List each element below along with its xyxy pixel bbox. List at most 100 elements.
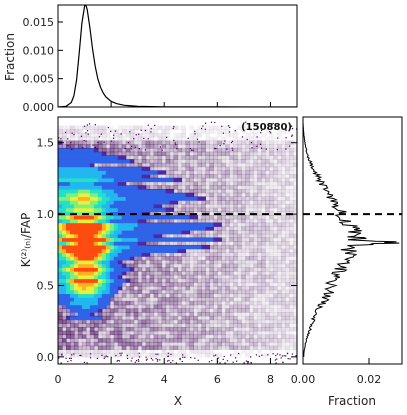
- density-cell: [189, 297, 195, 302]
- density-cell: [277, 237, 282, 242]
- density-cell: [277, 215, 282, 220]
- density-cell: [121, 293, 127, 298]
- density-cell: [269, 188, 274, 194]
- density-cell: [225, 226, 230, 231]
- density-cell: [285, 159, 290, 164]
- density-cell: [81, 200, 87, 205]
- density-cell: [201, 222, 206, 227]
- density-cell: [225, 207, 230, 212]
- density-speckle: [155, 353, 157, 355]
- density-cell: [65, 133, 71, 138]
- density-cell: [249, 241, 254, 246]
- density-cell: [129, 192, 135, 198]
- density-speckle: [190, 356, 192, 359]
- density-cell: [58, 338, 63, 343]
- density-cell: [65, 327, 71, 332]
- density-cell: [281, 327, 286, 332]
- density-cell: [177, 151, 183, 157]
- density-cell: [209, 256, 214, 261]
- density-cell: [157, 274, 163, 280]
- density-cell: [253, 304, 258, 309]
- density-speckle: [214, 121, 216, 124]
- density-cell: [269, 334, 274, 339]
- density-cell: [121, 125, 127, 130]
- density-cell: [213, 256, 218, 261]
- density-cell: [157, 218, 163, 224]
- density-cell: [89, 155, 95, 160]
- density-cell: [117, 345, 123, 350]
- density-cell: [189, 159, 195, 164]
- density-cell: [181, 319, 187, 324]
- density-cell: [161, 192, 167, 198]
- density-cell: [85, 323, 91, 328]
- density-cell: [253, 200, 258, 205]
- density-cell: [153, 177, 159, 183]
- density-cell: [61, 315, 67, 321]
- density-cell: [153, 263, 159, 268]
- density-cell: [169, 315, 175, 321]
- density-cell: [217, 215, 222, 220]
- density-speckle: [246, 138, 248, 141]
- density-cell: [181, 274, 187, 280]
- density-cell: [265, 230, 270, 235]
- density-cell: [265, 144, 270, 149]
- density-cell: [201, 155, 206, 160]
- density-cell: [197, 207, 202, 212]
- density-cell: [165, 140, 171, 145]
- density-cell: [129, 177, 135, 183]
- density-cell: [261, 312, 266, 317]
- density-cell: [121, 271, 127, 276]
- density-cell: [121, 315, 127, 321]
- density-cell: [225, 166, 230, 171]
- density-cell: [85, 166, 91, 171]
- density-cell: [61, 136, 67, 142]
- density-speckle: [245, 360, 247, 362]
- density-cell: [149, 192, 155, 198]
- density-cell: [77, 334, 83, 339]
- density-cell: [145, 181, 151, 186]
- density-cell: [77, 267, 83, 272]
- density-cell: [125, 341, 131, 347]
- density-cell: [269, 133, 274, 138]
- density-speckle: [65, 357, 67, 359]
- density-cell: [117, 222, 123, 227]
- density-cell: [169, 230, 175, 235]
- density-cell: [281, 203, 286, 209]
- density-cell: [181, 188, 187, 194]
- density-cell: [165, 289, 171, 295]
- density-cell: [213, 125, 218, 130]
- density-cell: [65, 338, 71, 343]
- density-cell: [173, 252, 179, 257]
- density-cell: [173, 271, 179, 276]
- density-cell: [165, 308, 171, 313]
- density-cell: [65, 233, 71, 239]
- density-speckle: [126, 354, 128, 357]
- density-cell: [249, 282, 254, 287]
- density-cell: [197, 192, 202, 198]
- density-cell: [105, 263, 111, 268]
- density-cell: [233, 278, 238, 283]
- density-cell: [185, 218, 191, 224]
- density-cell: [73, 278, 79, 283]
- density-cell: [157, 237, 163, 242]
- density-cell: [257, 207, 262, 212]
- density-cell: [165, 271, 171, 276]
- density-cell: [253, 297, 258, 302]
- density-cell: [157, 271, 163, 276]
- density-cell: [285, 218, 290, 224]
- density-cell: [93, 349, 99, 354]
- density-cell: [165, 166, 171, 171]
- density-cell: [157, 136, 163, 142]
- density-cell: [217, 334, 222, 339]
- density-cell: [61, 271, 67, 276]
- density-cell: [201, 323, 206, 328]
- density-cell: [69, 285, 75, 291]
- density-cell: [117, 263, 123, 268]
- density-cell: [205, 349, 210, 354]
- density-cell: [169, 319, 175, 324]
- density-cell: [85, 297, 91, 302]
- density-cell: [277, 159, 282, 164]
- density-cell: [261, 263, 266, 268]
- density-cell: [81, 315, 87, 321]
- density-cell: [157, 151, 163, 157]
